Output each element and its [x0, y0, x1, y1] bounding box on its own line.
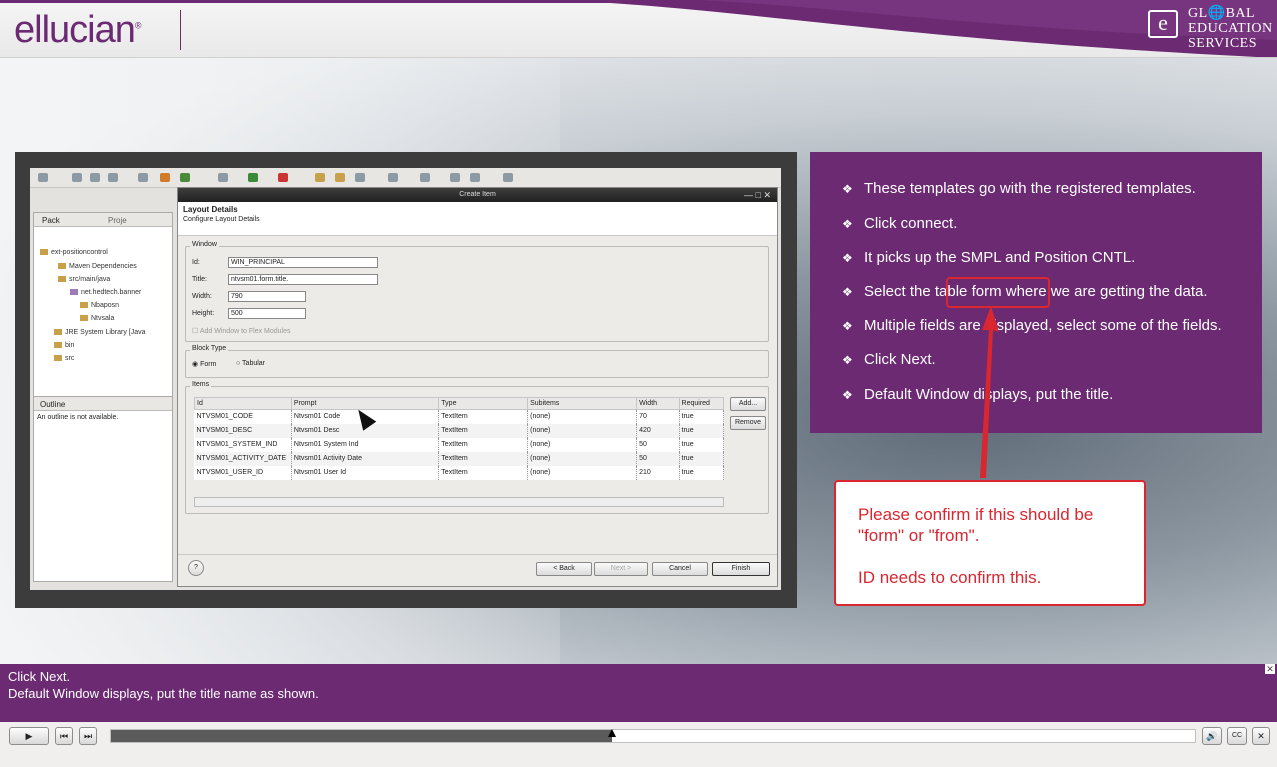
window-group: Window Id: WIN_PRINCIPAL Title: ntvsm01.fo…	[185, 241, 769, 342]
open-type-icon	[315, 173, 325, 182]
print-icon	[90, 173, 100, 182]
finish-button[interactable]: Finish	[712, 562, 770, 576]
note-item: ❖ Click Next.	[842, 351, 936, 368]
id-field[interactable]: WIN_PRINCIPAL	[228, 257, 378, 268]
player-controls: ▶ ⏮ ⏭ 🔊 CC ✕	[0, 722, 1277, 767]
ges-e-mark: e	[1148, 10, 1178, 38]
tree-item[interactable]: ext-positioncontrol	[40, 249, 108, 256]
previous-button[interactable]: ⏮	[55, 727, 73, 745]
debug-icon	[218, 173, 228, 182]
back-icon	[450, 173, 460, 182]
width-field[interactable]: 790	[228, 291, 306, 302]
new-icon	[38, 173, 48, 182]
note-item: ❖ Click connect.	[842, 215, 958, 232]
header: ellucian® e GL🌐BAL EDUCATION SERVICES	[0, 0, 1277, 58]
tab-outline[interactable]: Outline	[40, 400, 65, 409]
ellucian-logo: ellucian®	[14, 9, 141, 51]
open-task-icon	[335, 173, 345, 182]
run-icon	[248, 173, 258, 182]
progress-handle[interactable]	[607, 729, 616, 737]
tree-item[interactable]: JRE System Library [Java	[54, 329, 146, 336]
play-button[interactable]: ▶	[9, 727, 49, 745]
tree-item[interactable]: bin	[54, 342, 74, 349]
build-icon	[138, 173, 148, 182]
close-player-button[interactable]: ✕	[1252, 727, 1270, 745]
nav-icon	[420, 173, 430, 182]
outline-view: Outline An outline is not available.	[33, 396, 173, 582]
review-comment: Please confirm if this should be "form" …	[834, 480, 1146, 606]
ide-toolbar	[30, 168, 781, 188]
tab-project[interactable]: Proje	[108, 216, 127, 225]
tree-item[interactable]: Nbaposn	[80, 302, 119, 309]
create-item-dialog: Create Item — □ ✕ Layout Details Configu…	[177, 187, 778, 587]
table-row[interactable]: NTVSM01_ACTIVITY_DATE Ntvsm01 Activity Da…	[194, 451, 725, 466]
dialog-subheading: Configure Layout Details	[183, 216, 260, 223]
note-item: ❖ It picks up the SMPL and Position CNTL.	[842, 249, 1136, 266]
table-row[interactable]: NTVSM01_DESC Ntvsm01 Desc TextItem (none) 42…	[194, 423, 725, 438]
table-row[interactable]: NTVSM01_SYSTEM_IND Ntvsm01 System Ind Text…	[194, 437, 725, 452]
window-controls[interactable]: — □ ✕	[744, 188, 771, 202]
cancel-button[interactable]: Cancel	[652, 562, 708, 576]
tree-item[interactable]: Ntvsala	[80, 315, 114, 322]
table-row[interactable]: NTVSM01_CODE Ntvsm01 Code TextItem (none) 70…	[194, 409, 725, 424]
height-field[interactable]: 500	[228, 308, 306, 319]
dialog-heading: Layout Details	[183, 205, 238, 214]
embedded-screenshot: Pack Proje ext-positioncontrol Maven Dep…	[30, 168, 781, 590]
caption-bar: Click Next. Default Window displays, put…	[0, 664, 1277, 722]
save-icon	[72, 173, 82, 182]
radio-form[interactable]: ◉ Form	[192, 360, 216, 368]
forward-icon	[470, 173, 480, 182]
refresh-icon	[180, 173, 190, 182]
caption-line: Click Next.	[8, 669, 71, 684]
caption-close-icon[interactable]: ✕	[1265, 664, 1275, 674]
tree-item[interactable]: net.hedtech.banner	[70, 289, 141, 296]
next-button[interactable]: Next >	[594, 562, 648, 576]
global-education-services-logo: e GL🌐BAL EDUCATION SERVICES	[1142, 4, 1272, 54]
external-tools-icon	[278, 173, 288, 182]
title-field[interactable]: ntvsm01.form.title.	[228, 274, 378, 285]
tree-item[interactable]: Maven Dependencies	[58, 263, 137, 270]
progress-bar[interactable]	[110, 729, 1196, 743]
block-type-group: Block Type ◉ Form ○ Tabular	[185, 345, 769, 378]
review-highlight-box	[946, 277, 1050, 308]
annotation-icon	[388, 173, 398, 182]
remove-item-button[interactable]: Remove	[730, 416, 766, 430]
note-item: ❖ These templates go with the registered …	[842, 180, 1196, 197]
tree-item[interactable]: src	[54, 355, 74, 362]
closed-caption-button[interactable]: CC	[1227, 727, 1247, 745]
tab-package-explorer[interactable]: Pack	[42, 216, 60, 225]
dialog-titlebar: Create Item — □ ✕	[178, 188, 777, 202]
table-row[interactable]: NTVSM01_USER_ID Ntvsm01 User Id TextItem (n…	[194, 465, 725, 480]
logo-divider	[180, 10, 181, 50]
search-icon	[355, 173, 365, 182]
outline-empty-text: An outline is not available.	[37, 414, 119, 421]
caption-line: Default Window displays, put the title n…	[8, 686, 319, 701]
items-table: Id Prompt Type Subitems Width Required N…	[194, 397, 725, 480]
table-header: Id Prompt Type Subitems Width Required	[194, 397, 725, 410]
header-swoosh	[560, 0, 1277, 57]
back-button[interactable]: < Back	[536, 562, 592, 576]
radio-tabular[interactable]: ○ Tabular	[236, 360, 265, 367]
volume-button[interactable]: 🔊	[1202, 727, 1222, 745]
tree-item[interactable]: src/main/java	[58, 276, 110, 283]
items-group: Items Id Prompt Type Subitems Width Requ…	[185, 381, 769, 514]
help-button[interactable]: ?	[188, 560, 204, 576]
add-window-checkbox[interactable]: ☐ Add Window to Flex Modules	[192, 327, 291, 335]
history-icon	[503, 173, 513, 182]
progress-fill	[111, 730, 612, 742]
copy-icon	[108, 173, 118, 182]
horizontal-scrollbar[interactable]	[194, 497, 724, 507]
add-item-button[interactable]: Add...	[730, 397, 766, 411]
tool-icon	[160, 173, 170, 182]
note-item: ❖ Multiple fields are displayed, select s…	[842, 317, 1222, 334]
note-item: ❖ Default Window displays, put the title.	[842, 386, 1114, 403]
next-slide-button[interactable]: ⏭	[79, 727, 97, 745]
